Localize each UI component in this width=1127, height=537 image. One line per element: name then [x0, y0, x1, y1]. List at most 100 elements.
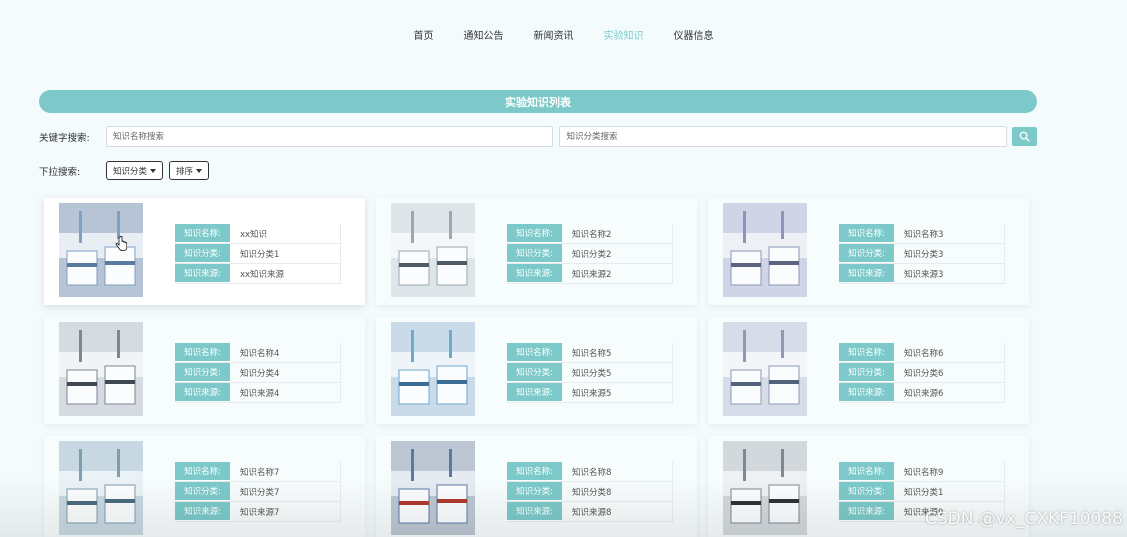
- nav-item-instruments[interactable]: 仪器信息: [659, 30, 729, 44]
- category-field-label: 知识分类:: [839, 363, 894, 382]
- info-row-name: 知识名称: xx知识: [175, 224, 341, 244]
- knowledge-card-grid: 知识名称: xx知识 知识分类: 知识分类1 知识来源: xx知识来源 知识名称…: [44, 198, 1029, 537]
- nav-item-notices[interactable]: 通知公告: [449, 30, 519, 44]
- lab-photo: [59, 203, 143, 297]
- knowledge-card-3[interactable]: 知识名称: 知识名称3 知识分类: 知识分类3 知识来源: 知识来源3: [708, 198, 1029, 305]
- name-field-label: 知识名称:: [507, 224, 562, 243]
- category-field-value: 知识分类3: [904, 249, 944, 260]
- info-row-source: 知识来源: 知识来源2: [507, 264, 673, 284]
- info-row-name: 知识名称: 知识名称5: [507, 343, 673, 363]
- name-field-label: 知识名称:: [175, 343, 230, 362]
- caret-down-icon: [196, 168, 203, 173]
- knowledge-card-1[interactable]: 知识名称: xx知识 知识分类: 知识分类1 知识来源: xx知识来源: [44, 198, 365, 305]
- source-field-value: 知识来源4: [240, 388, 280, 399]
- category-field-label: 知识分类:: [507, 482, 562, 501]
- category-field-value: 知识分类8: [572, 487, 612, 498]
- source-field-value: 知识来源8: [572, 507, 612, 518]
- category-field-label: 知识分类:: [839, 244, 894, 263]
- category-field-value: 知识分类7: [240, 487, 280, 498]
- info-row-category: 知识分类: 知识分类7: [175, 482, 341, 502]
- knowledge-card-6[interactable]: 知识名称: 知识名称6 知识分类: 知识分类6 知识来源: 知识来源6: [708, 317, 1029, 424]
- info-row-category: 知识分类: 知识分类3: [839, 244, 1005, 264]
- lab-photo-art: [59, 441, 143, 535]
- lab-photo-art: [391, 322, 475, 416]
- name-field-label: 知识名称:: [175, 462, 230, 481]
- info-row-name: 知识名称: 知识名称2: [507, 224, 673, 244]
- source-field-value: 知识来源2: [572, 269, 612, 280]
- category-dropdown[interactable]: 知识分类: [106, 161, 164, 180]
- source-field-value: 知识来源3: [904, 269, 944, 280]
- knowledge-category-search-input[interactable]: [559, 126, 1008, 147]
- lab-photo: [723, 441, 807, 535]
- lab-photo: [59, 322, 143, 416]
- name-field-value: 知识名称7: [240, 467, 280, 478]
- lab-photo: [391, 322, 475, 416]
- info-row-source: 知识来源: 知识来源5: [507, 383, 673, 403]
- name-field-label: 知识名称:: [839, 343, 894, 362]
- caret-down-icon: [150, 168, 157, 173]
- lab-photo: [59, 441, 143, 535]
- category-field-label: 知识分类:: [175, 482, 230, 501]
- knowledge-card-2[interactable]: 知识名称: 知识名称2 知识分类: 知识分类2 知识来源: 知识来源2: [376, 198, 697, 305]
- keyword-search-label: 关键字搜索:: [39, 132, 90, 144]
- search-icon: [1019, 131, 1030, 142]
- info-row-name: 知识名称: 知识名称6: [839, 343, 1005, 363]
- nav-item-news[interactable]: 新闻资讯: [519, 30, 589, 44]
- source-field-label: 知识来源:: [507, 502, 562, 521]
- knowledge-card-7[interactable]: 知识名称: 知识名称7 知识分类: 知识分类7 知识来源: 知识来源7: [44, 436, 365, 537]
- card-info-table: 知识名称: 知识名称5 知识分类: 知识分类5 知识来源: 知识来源5: [507, 343, 673, 403]
- nav-item-lab-knowledge[interactable]: 实验知识: [589, 30, 659, 44]
- info-row-name: 知识名称: 知识名称8: [507, 462, 673, 482]
- info-row-source: 知识来源: 知识来源4: [175, 383, 341, 403]
- name-field-value: 知识名称6: [904, 348, 944, 359]
- info-row-source: 知识来源: xx知识来源: [175, 264, 341, 284]
- info-row-category: 知识分类: 知识分类1: [839, 482, 1005, 502]
- category-field-value: 知识分类1: [904, 487, 944, 498]
- knowledge-card-5[interactable]: 知识名称: 知识名称5 知识分类: 知识分类5 知识来源: 知识来源5: [376, 317, 697, 424]
- watermark-text: CSDN @vx_CXKF10088: [924, 509, 1123, 529]
- source-field-label: 知识来源:: [839, 264, 894, 283]
- knowledge-name-search-input[interactable]: [105, 126, 554, 147]
- lab-photo-art: [723, 322, 807, 416]
- source-field-label: 知识来源:: [839, 383, 894, 402]
- info-row-category: 知识分类: 知识分类5: [507, 363, 673, 383]
- card-info-table: 知识名称: xx知识 知识分类: 知识分类1 知识来源: xx知识来源: [175, 224, 341, 284]
- top-nav: 首页 通知公告 新闻资讯 实验知识 仪器信息: [0, 30, 1127, 44]
- name-field-label: 知识名称:: [175, 224, 230, 243]
- name-field-label: 知识名称:: [507, 343, 562, 362]
- info-row-name: 知识名称: 知识名称3: [839, 224, 1005, 244]
- name-field-label: 知识名称:: [507, 462, 562, 481]
- source-field-label: 知识来源:: [839, 502, 894, 521]
- source-field-label: 知识来源:: [175, 383, 230, 402]
- lab-photo: [391, 203, 475, 297]
- category-field-value: 知识分类2: [572, 249, 612, 260]
- name-field-value: 知识名称4: [240, 348, 280, 359]
- page-title: 实验知识列表: [39, 90, 1037, 113]
- nav-item-home[interactable]: 首页: [399, 30, 449, 44]
- info-row-name: 知识名称: 知识名称7: [175, 462, 341, 482]
- category-field-value: 知识分类5: [572, 368, 612, 379]
- source-field-label: 知识来源:: [175, 264, 230, 283]
- knowledge-card-4[interactable]: 知识名称: 知识名称4 知识分类: 知识分类4 知识来源: 知识来源4: [44, 317, 365, 424]
- info-row-category: 知识分类: 知识分类8: [507, 482, 673, 502]
- sort-dropdown-label: 排序: [176, 166, 194, 177]
- card-info-table: 知识名称: 知识名称2 知识分类: 知识分类2 知识来源: 知识来源2: [507, 224, 673, 284]
- sort-dropdown[interactable]: 排序: [169, 161, 210, 180]
- info-row-category: 知识分类: 知识分类4: [175, 363, 341, 383]
- knowledge-card-8[interactable]: 知识名称: 知识名称8 知识分类: 知识分类8 知识来源: 知识来源8: [376, 436, 697, 537]
- category-field-value: 知识分类4: [240, 368, 280, 379]
- info-row-source: 知识来源: 知识来源3: [839, 264, 1005, 284]
- name-field-label: 知识名称:: [839, 462, 894, 481]
- search-row: 关键字搜索:: [39, 126, 1037, 147]
- category-field-label: 知识分类:: [507, 363, 562, 382]
- source-field-label: 知识来源:: [175, 502, 230, 521]
- search-button[interactable]: [1012, 127, 1037, 146]
- category-field-value: 知识分类1: [240, 249, 280, 260]
- source-field-value: 知识来源6: [904, 388, 944, 399]
- name-field-value: 知识名称8: [572, 467, 612, 478]
- lab-photo: [391, 441, 475, 535]
- lab-photo-art: [59, 322, 143, 416]
- lab-photo-art: [723, 441, 807, 535]
- lab-photo: [723, 322, 807, 416]
- info-row-name: 知识名称: 知识名称4: [175, 343, 341, 363]
